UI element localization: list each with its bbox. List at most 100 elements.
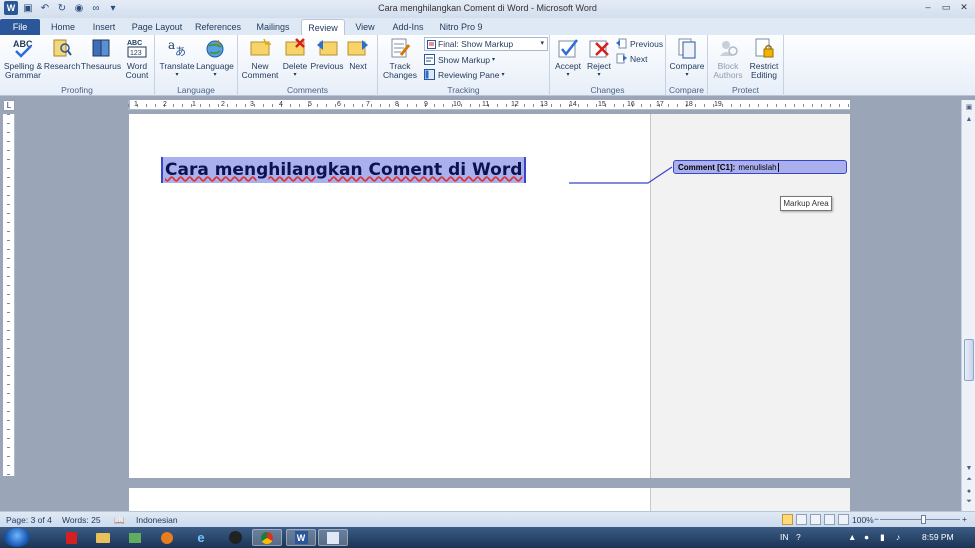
tab-mailings[interactable]: Mailings xyxy=(250,19,296,35)
taskbar-media-player-icon[interactable] xyxy=(152,529,182,546)
compare-button[interactable]: Compare ▾ xyxy=(668,37,706,80)
tab-insert[interactable]: Insert xyxy=(84,19,124,35)
full-screen-reading-view-icon[interactable] xyxy=(796,514,807,525)
restrict-editing-button[interactable]: Restrict Editing xyxy=(746,37,782,80)
ruler-toggle-icon[interactable]: ▣ xyxy=(964,102,974,112)
delete-comment-button[interactable]: Delete ▾ xyxy=(280,37,310,80)
research-button[interactable]: Research xyxy=(44,37,80,71)
next-change-button[interactable]: Next xyxy=(616,53,647,64)
tray-help-icon[interactable]: ? xyxy=(796,532,801,542)
next-comment-button[interactable]: Next xyxy=(344,37,372,71)
chevron-down-icon: ▾ xyxy=(597,72,601,78)
group-label: Compare xyxy=(669,85,704,95)
zoom-level[interactable]: 100% xyxy=(852,515,874,525)
group-language: aあ Translate ▾ A Language ▾ Language xyxy=(155,35,238,96)
tab-file[interactable]: File xyxy=(0,19,40,35)
tray-volume-icon[interactable]: ♪ xyxy=(896,532,900,542)
outline-view-icon[interactable] xyxy=(824,514,835,525)
draft-view-icon[interactable] xyxy=(838,514,849,525)
tray-expand-icon[interactable]: ▲ xyxy=(848,532,856,542)
taskbar-word-icon[interactable]: W xyxy=(286,529,316,546)
clock[interactable]: 8:59 PM xyxy=(922,532,954,542)
taskbar-window-icon[interactable] xyxy=(318,529,348,546)
translate-button[interactable]: aあ Translate ▾ xyxy=(158,37,196,80)
accept-check-icon xyxy=(558,39,578,58)
tab-page-layout[interactable]: Page Layout xyxy=(128,19,186,35)
maximize-button[interactable]: ▭ xyxy=(939,1,953,13)
ruler-numbers: 1 2 1 2 3 4 5 6 7 8 9 10 11 12 13 14 15 16 17 18 19 xyxy=(128,100,850,110)
track-changes-button[interactable]: Track Changes xyxy=(380,37,420,80)
tab-nitro-pro[interactable]: Nitro Pro 9 xyxy=(436,19,486,35)
chevron-down-icon: ▾ xyxy=(501,72,505,78)
commented-heading[interactable]: Cara menghilangkan Coment di Word xyxy=(161,157,527,183)
start-button[interactable] xyxy=(4,528,30,547)
taskbar-ie-icon[interactable]: e xyxy=(186,529,216,546)
taskbar-app-icon[interactable] xyxy=(120,529,150,546)
chevron-down-icon: ▾ xyxy=(540,40,544,47)
horizontal-ruler[interactable]: 1 2 1 2 3 4 5 6 7 8 9 10 11 12 13 14 15 16 17 18 19 xyxy=(128,100,850,110)
window-title: Cara menghilangkan Coment di Word - Micr… xyxy=(378,3,597,13)
scroll-up-icon[interactable]: ▲ xyxy=(964,114,974,124)
previous-change-button[interactable]: Previous xyxy=(616,38,663,49)
ruler-number: 3 xyxy=(250,101,254,108)
thesaurus-button[interactable]: Thesaurus xyxy=(81,37,121,71)
reviewing-pane-button[interactable]: Reviewing Pane ▾ xyxy=(424,69,504,80)
ruler-number: 5 xyxy=(308,101,312,108)
group-label: Language xyxy=(177,85,215,95)
tab-home[interactable]: Home xyxy=(44,19,82,35)
word-count-indicator[interactable]: Words: 25 xyxy=(62,515,101,525)
web-layout-view-icon[interactable] xyxy=(810,514,821,525)
status-bar: Page: 3 of 4 Words: 25 📖 Indonesian 100%… xyxy=(0,511,975,527)
comment-balloon[interactable]: Comment [C1]: menulislah xyxy=(673,160,847,174)
taskbar-app-dark-icon[interactable] xyxy=(220,529,250,546)
ribbon: ABC Spelling & Grammar Research Thesauru… xyxy=(0,35,975,96)
zoom-slider-knob[interactable] xyxy=(921,515,926,524)
svg-text:あ: あ xyxy=(175,45,186,58)
scroll-thumb[interactable] xyxy=(964,339,974,381)
tray-network-icon[interactable]: ▮ xyxy=(880,532,885,543)
next-page[interactable] xyxy=(129,488,650,511)
tab-references[interactable]: References xyxy=(190,19,246,35)
show-markup-button[interactable]: Show Markup ▾ xyxy=(424,54,495,65)
tray-language[interactable]: IN xyxy=(780,532,789,542)
browse-object-icon[interactable]: ● xyxy=(964,486,974,496)
windows-taskbar: e W IN ? ▲ ● ▮ ♪ 8:59 PM xyxy=(0,527,975,548)
new-comment-button[interactable]: New Comment xyxy=(240,37,280,80)
tab-selector[interactable]: L xyxy=(3,100,15,111)
spelling-grammar-button[interactable]: ABC Spelling & Grammar xyxy=(3,37,43,80)
close-button[interactable]: ✕ xyxy=(957,1,971,13)
tab-add-ins[interactable]: Add-Ins xyxy=(386,19,430,35)
next-page-icon[interactable]: ⏷ xyxy=(964,497,974,507)
restrict-editing-lock-icon xyxy=(755,38,774,58)
reject-button[interactable]: Reject ▾ xyxy=(584,37,614,80)
block-authors-button[interactable]: Block Authors xyxy=(710,37,746,80)
page-indicator[interactable]: Page: 3 of 4 xyxy=(6,515,52,525)
ruler-number: 15 xyxy=(598,101,606,108)
zoom-out-icon[interactable]: − xyxy=(874,514,879,524)
print-layout-view-icon[interactable] xyxy=(782,514,793,525)
taskbar-chrome-icon[interactable] xyxy=(252,529,282,546)
previous-comment-button[interactable]: Previous xyxy=(310,37,344,71)
minimize-button[interactable]: – xyxy=(921,1,935,13)
tab-view[interactable]: View xyxy=(350,19,380,35)
tab-review[interactable]: Review xyxy=(301,19,345,35)
vertical-ruler[interactable] xyxy=(3,114,15,476)
language-button[interactable]: A Language ▾ xyxy=(195,37,235,80)
previous-change-icon xyxy=(616,38,627,49)
display-for-review-dropdown[interactable]: Final: Show Markup ▾ xyxy=(424,37,548,51)
vertical-scrollbar[interactable]: ▣ ▲ ▼ ⏶ ● ⏷ xyxy=(961,100,975,511)
previous-page-icon[interactable]: ⏶ xyxy=(964,475,974,485)
zoom-slider[interactable] xyxy=(880,519,960,520)
taskbar-explorer-icon[interactable] xyxy=(88,529,118,546)
language-indicator[interactable]: Indonesian xyxy=(136,515,178,525)
comment-text[interactable]: menulislah xyxy=(738,163,776,172)
scroll-down-icon[interactable]: ▼ xyxy=(964,463,974,473)
accept-button[interactable]: Accept ▾ xyxy=(552,37,584,80)
translate-icon: aあ xyxy=(168,38,186,58)
zoom-in-icon[interactable]: + xyxy=(962,514,967,524)
document-area[interactable]: Cara menghilangkan Coment di Word Commen… xyxy=(18,110,960,511)
proofing-status-icon[interactable]: 📖 xyxy=(114,515,125,526)
word-count-button[interactable]: ABC 123 Word Count xyxy=(122,37,152,80)
tray-antivirus-icon[interactable]: ● xyxy=(864,532,869,542)
taskbar-pdf-app-icon[interactable] xyxy=(56,529,86,546)
